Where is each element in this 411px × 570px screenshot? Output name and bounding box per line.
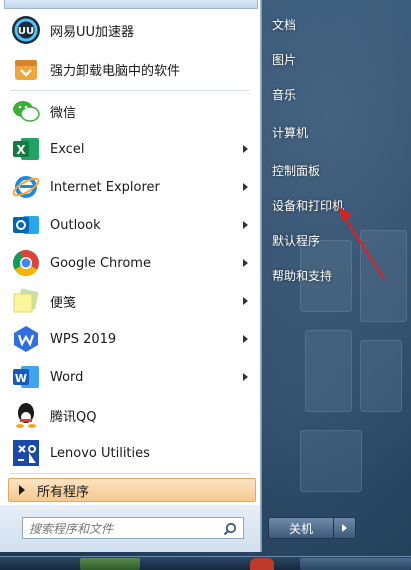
program-qq[interactable]: 腾讯QQ: [6, 397, 254, 433]
program-word[interactable]: W Word: [6, 359, 254, 395]
program-wps[interactable]: WPS 2019: [6, 321, 254, 357]
program-label: 强力卸载电脑中的软件: [50, 63, 181, 79]
shutdown-button[interactable]: 关机: [268, 517, 334, 539]
program-excel[interactable]: X Excel: [6, 131, 254, 167]
excel-icon: X: [10, 133, 42, 165]
program-google-chrome[interactable]: Google Chrome: [6, 245, 254, 281]
link-music[interactable]: 音乐: [272, 86, 296, 103]
start-menu-programs-panel: UU 网易UU加速器 强力卸载电脑中的软件 微信 X Excel Interne…: [0, 0, 261, 552]
program-outlook[interactable]: Outlook: [6, 207, 254, 243]
program-label: Outlook: [50, 217, 101, 233]
program-internet-explorer[interactable]: Internet Explorer: [6, 169, 254, 205]
search-input[interactable]: [23, 519, 219, 539]
submenu-arrow-icon[interactable]: [243, 297, 248, 305]
submenu-arrow-icon[interactable]: [243, 335, 248, 343]
submenu-arrow-icon[interactable]: [243, 145, 248, 153]
program-label: Lenovo Utilities: [50, 445, 150, 461]
submenu-arrow-icon[interactable]: [243, 221, 248, 229]
all-programs-label: 所有程序: [37, 484, 90, 500]
svg-text:UU: UU: [18, 26, 34, 37]
program-label: Internet Explorer: [50, 179, 160, 195]
taskbar: [0, 556, 411, 570]
program-label: Word: [50, 369, 84, 385]
sticky-notes-icon: [10, 285, 42, 317]
submenu-arrow-icon[interactable]: [243, 373, 248, 381]
program-uninstaller[interactable]: 强力卸载电脑中的软件: [6, 51, 254, 87]
svg-text:X: X: [16, 143, 26, 157]
all-programs-button[interactable]: 所有程序: [8, 478, 256, 502]
svg-text:W: W: [15, 372, 27, 385]
submenu-arrow-icon[interactable]: [243, 183, 248, 191]
pinned-top-item[interactable]: [4, 0, 258, 9]
program-label: 网易UU加速器: [50, 24, 135, 40]
word-icon: W: [10, 361, 42, 393]
triangle-right-icon: [19, 485, 25, 495]
desktop-shadow-shape: [300, 430, 362, 492]
program-label: 微信: [50, 105, 77, 121]
search-box[interactable]: [22, 517, 244, 539]
wps-icon: [10, 323, 42, 355]
program-label: 便笺: [50, 295, 77, 311]
link-computer[interactable]: 计算机: [272, 124, 308, 141]
menu-separator: [10, 90, 250, 91]
program-lenovo-utilities[interactable]: Lenovo Utilities: [6, 435, 254, 471]
program-uu-accelerator[interactable]: UU 网易UU加速器: [6, 12, 254, 48]
program-sticky-notes[interactable]: 便笺: [6, 283, 254, 319]
chrome-icon: [10, 247, 42, 279]
lenovo-utilities-icon: [10, 437, 42, 469]
menu-separator: [10, 473, 250, 474]
link-pictures[interactable]: 图片: [272, 51, 296, 68]
link-help-and-support[interactable]: 帮助和支持: [272, 267, 332, 284]
desktop-shadow-shape: [360, 340, 402, 412]
uu-accelerator-icon: UU: [10, 14, 42, 46]
link-control-panel[interactable]: 控制面板: [272, 162, 320, 179]
wechat-icon: [10, 95, 42, 127]
submenu-arrow-icon[interactable]: [243, 259, 248, 267]
link-documents[interactable]: 文档: [272, 16, 296, 33]
internet-explorer-icon: [10, 171, 42, 203]
qq-icon: [10, 399, 42, 431]
search-icon[interactable]: [223, 521, 237, 540]
shutdown-options-arrow-icon[interactable]: [334, 517, 356, 539]
desktop-shadow-shape: [360, 230, 407, 322]
link-devices-and-printers[interactable]: 设备和打印机: [272, 197, 344, 214]
program-label: 腾讯QQ: [50, 409, 97, 425]
taskbar-app-button[interactable]: [250, 558, 274, 570]
taskbar-app-button[interactable]: [80, 558, 140, 570]
search-area: [0, 505, 260, 552]
program-wechat[interactable]: 微信: [6, 93, 254, 129]
program-label: Excel: [50, 141, 85, 157]
program-label: WPS 2019: [50, 331, 117, 347]
program-label: Google Chrome: [50, 255, 151, 271]
taskbar-app-button[interactable]: [300, 558, 411, 570]
outlook-icon: [10, 209, 42, 241]
desktop-shadow-shape: [305, 330, 352, 412]
link-default-programs[interactable]: 默认程序: [272, 232, 320, 249]
shutdown-label: 关机: [288, 521, 313, 536]
uninstaller-icon: [10, 53, 42, 85]
